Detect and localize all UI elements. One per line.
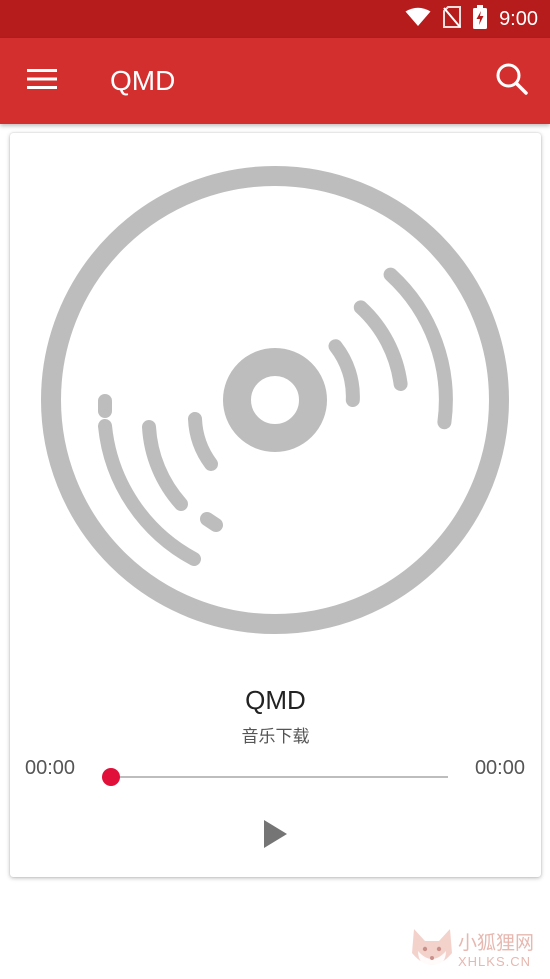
status-icons: 9:00 [405, 0, 538, 38]
watermark-cn: 小狐狸网 [458, 933, 535, 955]
search-icon [495, 62, 529, 101]
menu-button[interactable] [20, 59, 64, 103]
track-title: QMD [245, 685, 306, 715]
battery-charging-icon [473, 4, 488, 34]
watermark-en: XHLKS.CN [458, 954, 532, 970]
status-time: 9:00 [499, 7, 538, 30]
no-sim-icon [443, 5, 462, 33]
current-time: 00:00 [25, 757, 76, 779]
seek-thumb[interactable] [102, 768, 120, 786]
wifi-icon [405, 7, 431, 32]
vinyl-disc-icon [41, 166, 509, 634]
play-button[interactable] [252, 813, 298, 859]
search-button[interactable] [490, 59, 534, 103]
watermark: 小狐狸网 XHLKS.CN [410, 925, 550, 979]
seek-bar[interactable] [102, 767, 448, 787]
player-card: QMD 音乐下载 00:00 00:00 [10, 133, 541, 877]
app-title: QMD [110, 65, 176, 96]
track-artist: 音乐下载 [241, 727, 310, 746]
seek-track [102, 776, 448, 778]
watermark-text: 小狐狸网 XHLKS.CN [458, 933, 535, 970]
total-time: 00:00 [474, 757, 525, 779]
fox-logo-icon [410, 927, 454, 978]
status-bar: 9:00 [0, 0, 550, 38]
album-art [30, 155, 520, 645]
hamburger-menu-icon [27, 68, 57, 95]
app-bar: QMD [0, 38, 550, 124]
play-icon [262, 819, 288, 854]
